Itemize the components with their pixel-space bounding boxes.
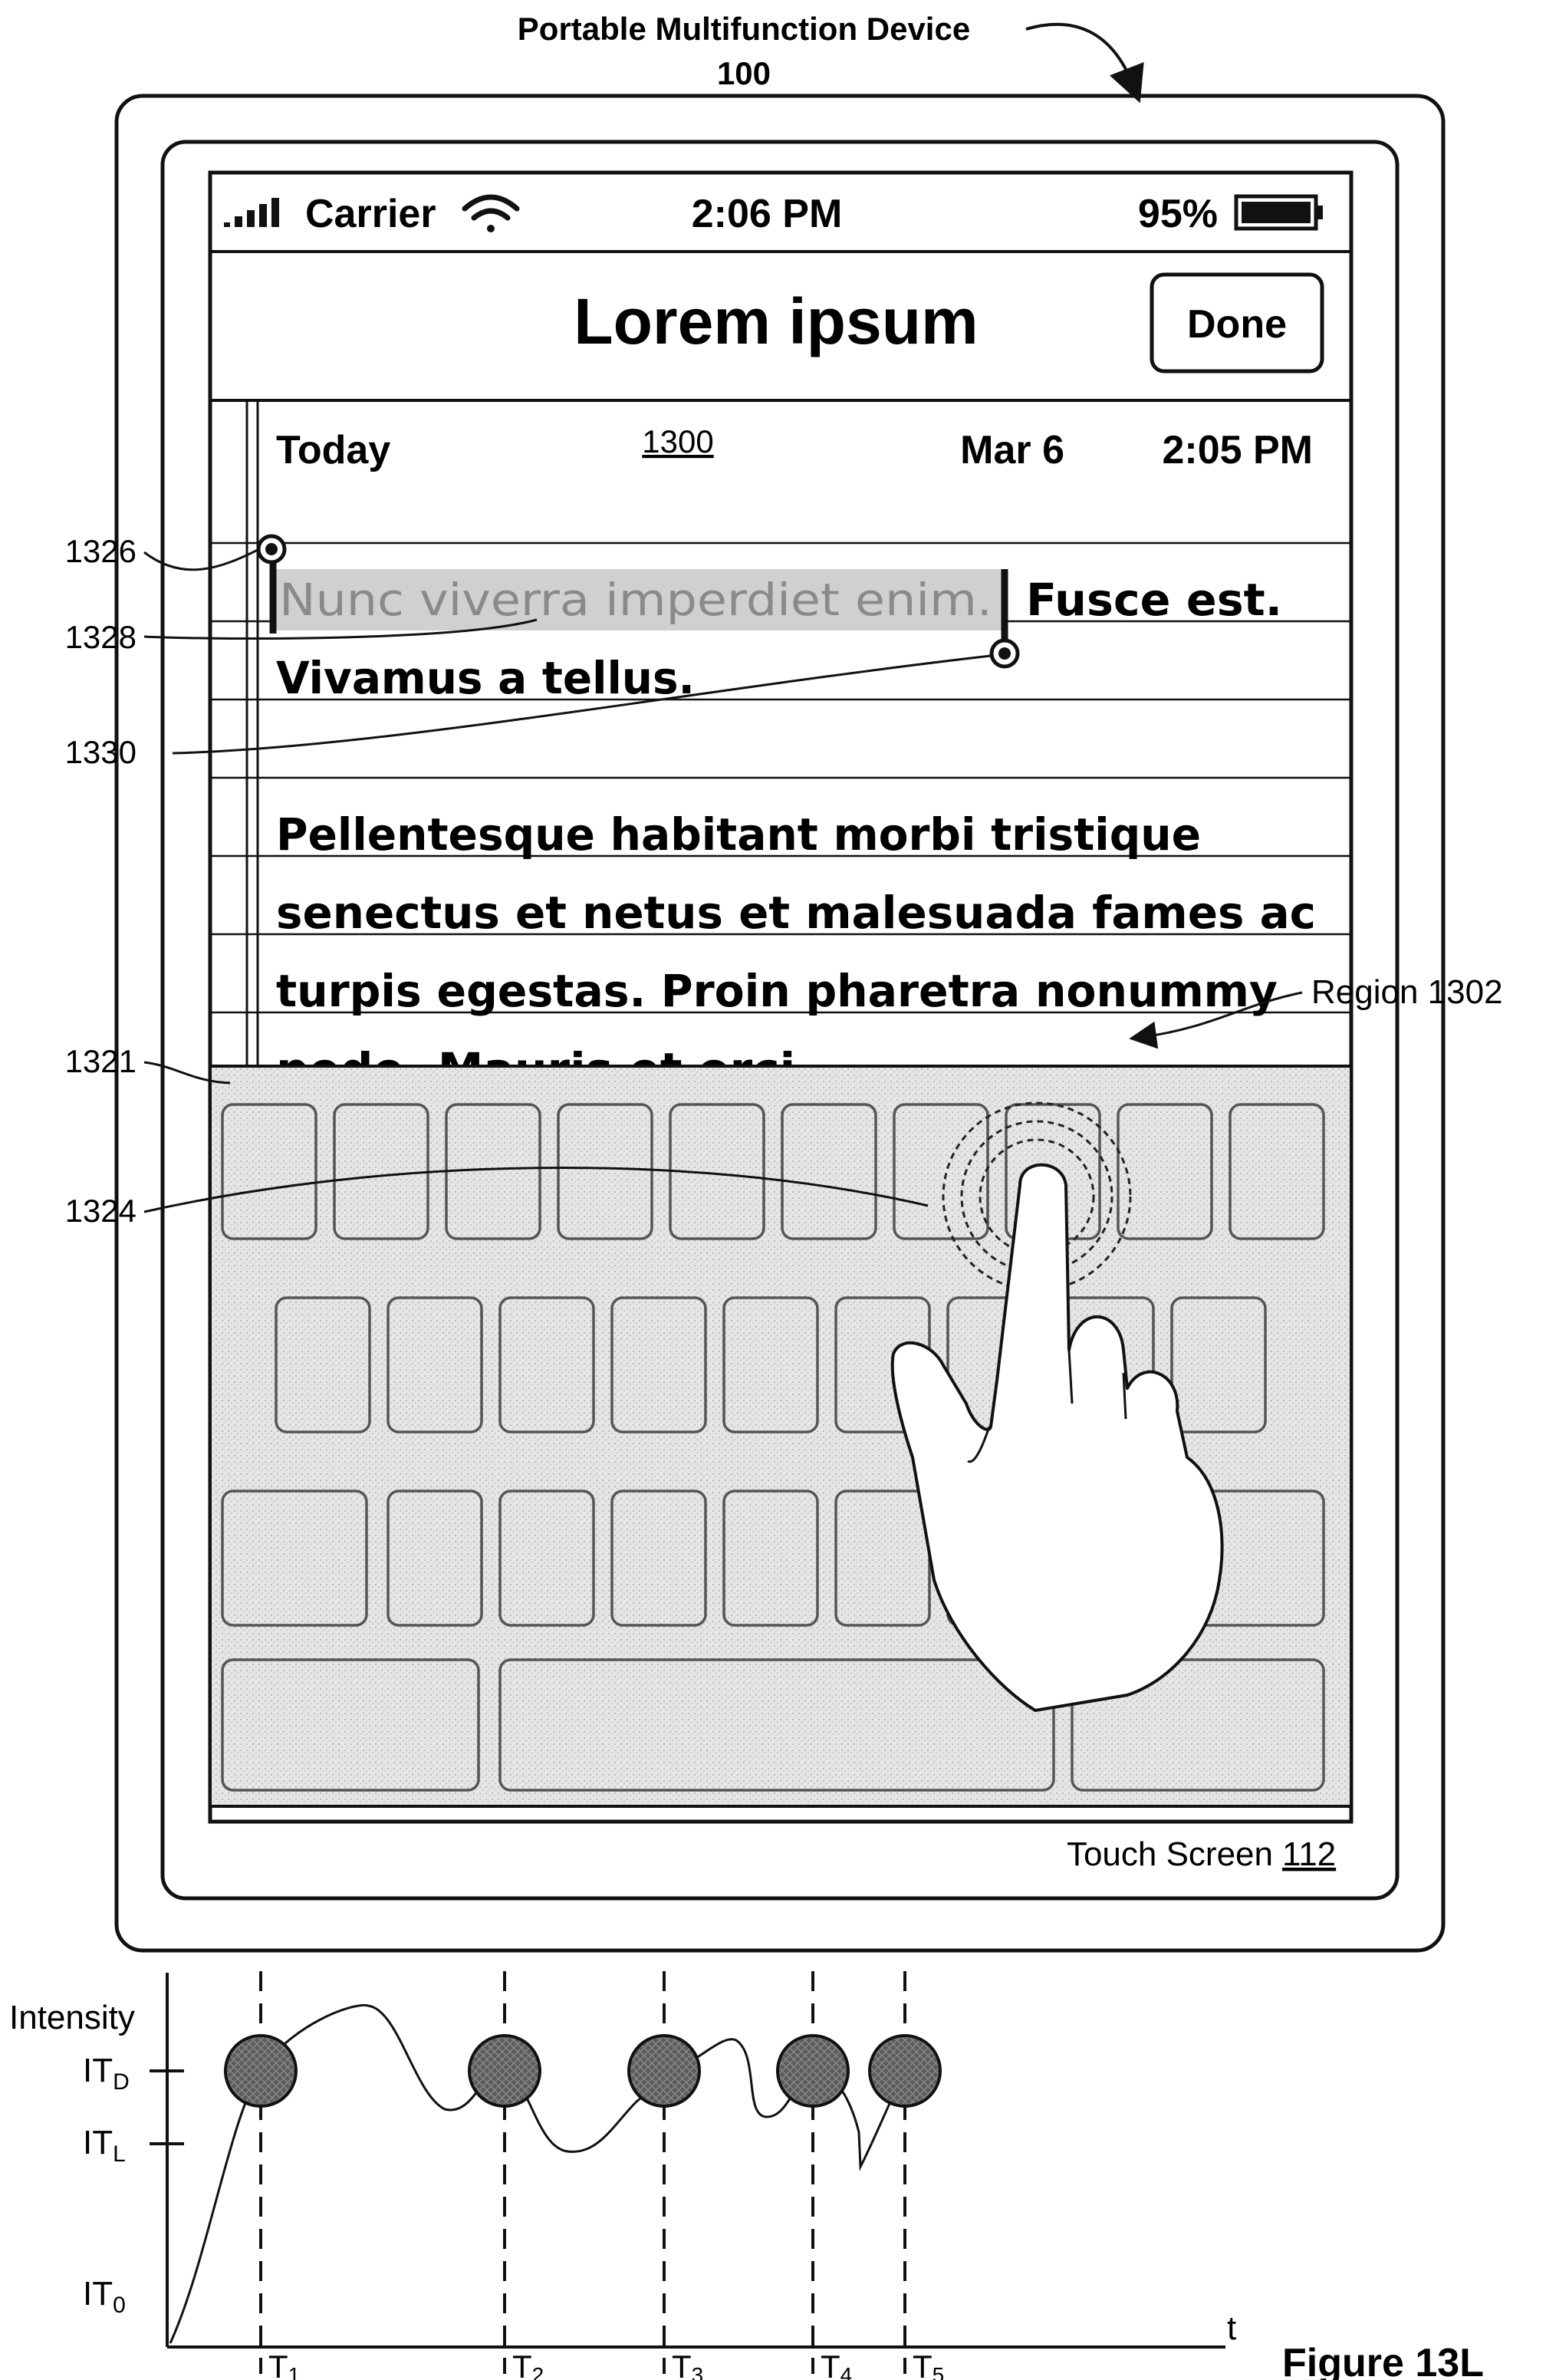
region-label: Region 1302 xyxy=(1311,973,1503,1011)
keyboard-key[interactable] xyxy=(388,1298,482,1432)
battery-icon xyxy=(1236,196,1323,229)
note-day: Today xyxy=(276,428,390,472)
selection-handle-icon[interactable] xyxy=(992,640,1018,667)
wifi-icon xyxy=(465,197,517,232)
device-title: Portable Multifunction Device xyxy=(518,11,970,47)
keyboard-key[interactable] xyxy=(724,1298,817,1432)
contact-point xyxy=(778,2036,848,2106)
note-time: 2:05 PM xyxy=(1162,428,1313,472)
intensity-graph: Intensity t ITD ITL IT0 T1 T2 T3 T4 T5 xyxy=(9,1971,1236,2380)
keyboard-key[interactable] xyxy=(500,1298,594,1432)
status-time: 2:06 PM xyxy=(692,192,843,236)
keyboard-key[interactable] xyxy=(612,1298,706,1432)
note-date: Mar 6 xyxy=(960,428,1064,472)
note-line1-rest[interactable]: Fusce est. xyxy=(1026,574,1282,626)
paragraph-line: Pellentesque habitant morbi tristique xyxy=(276,808,1201,861)
touch-screen-label: Touch Screen xyxy=(1067,1835,1273,1873)
keyboard-key[interactable] xyxy=(558,1104,652,1239)
keyboard-key[interactable] xyxy=(894,1104,988,1239)
patent-figure: Portable Multifunction Device 100 Carrie… xyxy=(0,0,1546,2380)
time-mark-t3: T3 xyxy=(672,2349,703,2380)
selected-text[interactable]: Nunc viverra imperdiet enim. xyxy=(279,574,992,626)
keyboard-key[interactable] xyxy=(612,1491,706,1625)
keyboard-key[interactable] xyxy=(836,1491,929,1625)
paragraph-line: turpis egestas. Proin pharetra nonummy xyxy=(276,965,1278,1017)
keyboard-key[interactable] xyxy=(276,1298,370,1432)
level-itd: ITD xyxy=(83,2052,130,2095)
signal-bars-icon xyxy=(224,198,279,227)
graph-x-label: t xyxy=(1227,2309,1236,2347)
time-mark-t1: T1 xyxy=(268,2349,300,2380)
keyboard-key[interactable] xyxy=(388,1491,482,1625)
callout-1326: 1326 xyxy=(65,533,137,569)
callout-1324: 1324 xyxy=(65,1193,137,1229)
contact-point xyxy=(870,2036,940,2106)
keyboard-key[interactable] xyxy=(446,1104,540,1239)
keyboard-space-key[interactable] xyxy=(500,1660,1054,1790)
contact-point xyxy=(225,2036,296,2106)
note-paragraph[interactable]: Pellentesque habitant morbi tristique se… xyxy=(276,808,1316,1095)
callout-1330: 1330 xyxy=(65,734,137,770)
keyboard-key[interactable] xyxy=(222,1660,479,1790)
time-mark-t4: T4 xyxy=(821,2349,852,2380)
keyboard-key[interactable] xyxy=(222,1491,367,1625)
level-it0: IT0 xyxy=(83,2275,126,2318)
figure-label: Figure 13L xyxy=(1282,2341,1484,2380)
device-ref: 100 xyxy=(717,55,771,91)
carrier-label: Carrier xyxy=(305,192,436,236)
paragraph-line: senectus et netus et malesuada fames ac xyxy=(276,887,1316,939)
keyboard-key[interactable] xyxy=(1230,1104,1324,1239)
touch-screen-ref: 112 xyxy=(1282,1835,1336,1873)
done-button-label: Done xyxy=(1187,302,1287,347)
note-line2[interactable]: Vivamus a tellus. xyxy=(276,652,695,704)
keyboard-key[interactable] xyxy=(222,1104,316,1239)
keyboard-key[interactable] xyxy=(334,1104,428,1239)
done-button[interactable]: Done xyxy=(1152,275,1322,371)
nav-title: Lorem ipsum xyxy=(574,285,978,357)
keyboard-key[interactable] xyxy=(500,1491,594,1625)
device-arrow xyxy=(1026,25,1133,86)
note-ref: 1300 xyxy=(642,423,713,459)
callout-1328: 1328 xyxy=(65,619,137,655)
contact-point xyxy=(629,2036,699,2106)
callout-1321: 1321 xyxy=(65,1043,137,1079)
keyboard-key[interactable] xyxy=(1118,1104,1212,1239)
time-mark-t5: T5 xyxy=(913,2349,944,2380)
figure-canvas: Portable Multifunction Device 100 Carrie… xyxy=(0,0,1546,2380)
graph-y-label: Intensity xyxy=(9,1999,135,2036)
selection-handle-icon[interactable] xyxy=(258,536,285,562)
keyboard-key[interactable] xyxy=(782,1104,876,1239)
time-mark-t2: T2 xyxy=(512,2349,544,2380)
level-itl: ITL xyxy=(83,2124,126,2167)
keyboard-key[interactable] xyxy=(724,1491,817,1625)
contact-point xyxy=(469,2036,540,2106)
battery-percent: 95% xyxy=(1138,192,1218,236)
keyboard-key[interactable] xyxy=(1172,1298,1265,1432)
status-bar: Carrier 2:06 PM 95% xyxy=(224,192,1323,236)
